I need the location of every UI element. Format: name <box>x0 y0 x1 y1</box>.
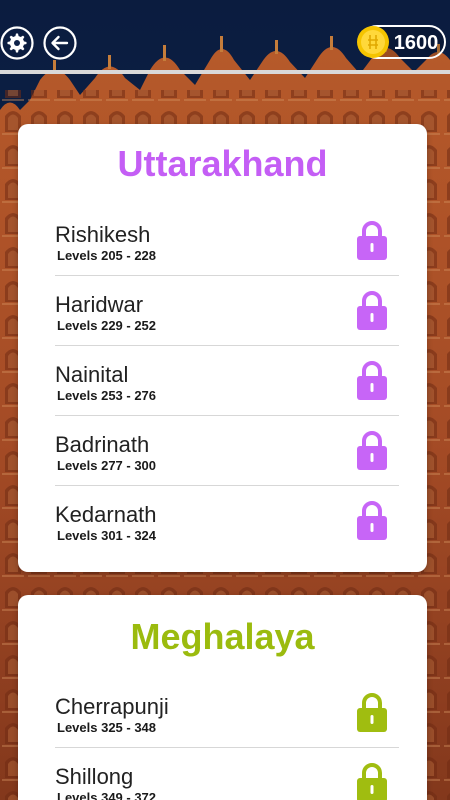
coin-balance[interactable]: 1600 <box>357 25 446 59</box>
level-pack-item[interactable]: Haridwar Levels 229 - 252 <box>55 276 399 346</box>
level-pack-range: Levels 229 - 252 <box>57 318 157 333</box>
coin-amount: 1600 <box>393 32 439 54</box>
level-pack-name: Haridwar <box>55 292 144 317</box>
coin-icon <box>356 25 390 59</box>
level-pack-name: Kedarnath <box>55 502 157 527</box>
level-pack-item[interactable]: Nainital Levels 253 - 276 <box>55 346 399 416</box>
region-card-uttarakhand: Uttarakhand Rishikesh Levels 205 - 228 H… <box>18 124 427 572</box>
top-bar-divider <box>0 70 450 74</box>
level-pack-item[interactable]: Kedarnath Levels 301 - 324 <box>55 486 399 556</box>
padlock-icon <box>355 691 389 733</box>
settings-button[interactable] <box>0 26 34 60</box>
level-pack-range: Levels 349 - 372 <box>57 790 157 800</box>
top-bar: 1600 <box>0 0 450 70</box>
region-title: Meghalaya <box>130 616 315 657</box>
padlock-icon <box>355 761 389 800</box>
padlock-icon <box>355 499 389 541</box>
level-pack-range: Levels 277 - 300 <box>57 458 157 473</box>
level-pack-item[interactable]: Badrinath Levels 277 - 300 <box>55 416 399 486</box>
region-title: Uttarakhand <box>117 143 328 184</box>
level-pack-range: Levels 325 - 348 <box>57 720 157 735</box>
level-pack-range: Levels 253 - 276 <box>57 388 157 403</box>
padlock-icon <box>355 219 389 261</box>
padlock-icon <box>355 359 389 401</box>
padlock-icon <box>355 429 389 471</box>
region-card-meghalaya: Meghalaya Cherrapunji Levels 325 - 348 S… <box>18 595 427 800</box>
screen: 1600 Uttarakhand Rishikesh Levels 205 - … <box>0 0 450 800</box>
level-pack-range: Levels 205 - 228 <box>57 248 157 263</box>
level-pack-name: Cherrapunji <box>55 694 169 719</box>
level-pack-name: Shillong <box>55 764 134 789</box>
level-pack-name: Badrinath <box>55 432 150 457</box>
arrow-left-icon <box>43 26 77 60</box>
level-pack-item[interactable]: Shillong Levels 349 - 372 <box>55 748 399 800</box>
level-pack-name: Rishikesh <box>55 222 151 247</box>
back-button[interactable] <box>43 26 77 60</box>
level-pack-item[interactable]: Rishikesh Levels 205 - 228 <box>55 206 399 276</box>
level-pack-name: Nainital <box>55 362 129 387</box>
level-pack-item[interactable]: Cherrapunji Levels 325 - 348 <box>55 678 399 748</box>
padlock-icon <box>355 289 389 331</box>
level-pack-range: Levels 301 - 324 <box>57 528 157 543</box>
gear-icon <box>0 26 34 60</box>
